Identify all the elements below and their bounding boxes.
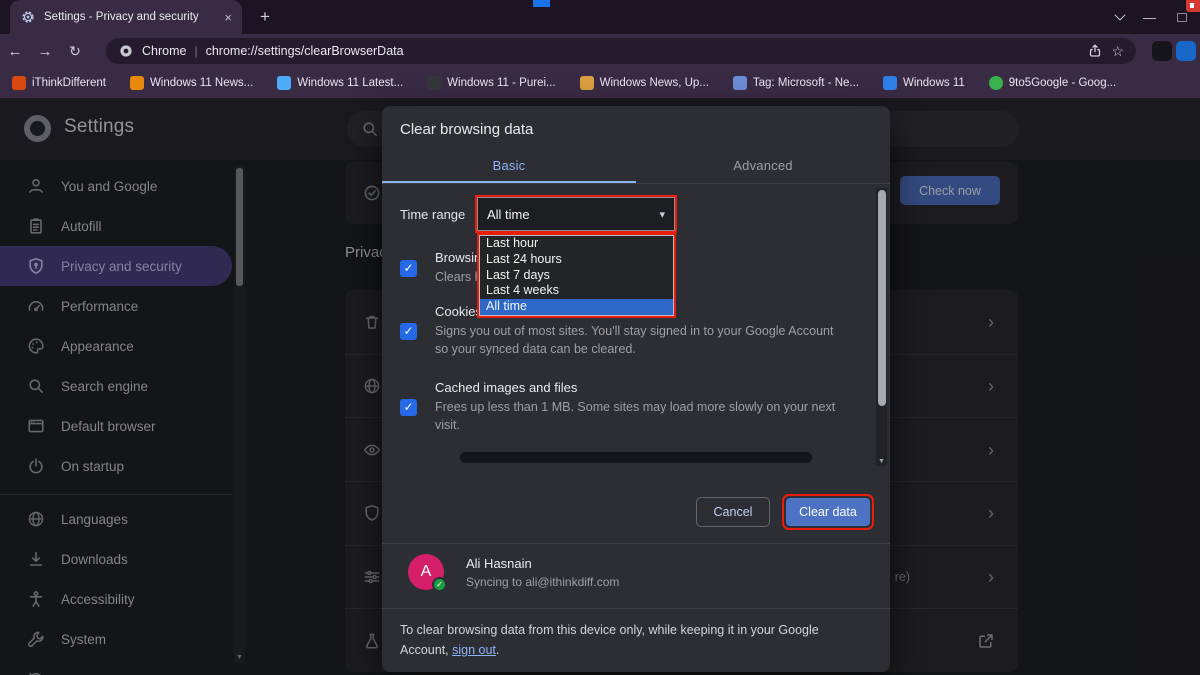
- annotation-box-red: Last hour Last 24 hours Last 7 days Last…: [477, 233, 676, 318]
- dropdown-option-last-24-hours[interactable]: Last 24 hours: [480, 252, 673, 268]
- dropdown-option-last-7-days[interactable]: Last 7 days: [480, 268, 673, 284]
- dialog-tabs: Basic Advanced: [382, 148, 890, 184]
- annotation-box-red: Clear data: [782, 494, 874, 530]
- bookmark-favicon: [989, 76, 1003, 90]
- search-engine-label: Chrome: [142, 44, 186, 58]
- bookmark-favicon: [580, 76, 594, 90]
- dropdown-option-last-hour[interactable]: Last hour: [480, 236, 673, 252]
- row-description: Frees up less than 1 MB. Some sites may …: [435, 398, 843, 434]
- bookmark-star-icon[interactable]: ☆: [1111, 43, 1124, 60]
- bookmarks-bar: iThinkDifferent Windows 11 News... Windo…: [0, 68, 1200, 98]
- browser-window: Settings - Privacy and security × + — ← …: [0, 0, 1200, 675]
- tab-title: Settings - Privacy and security: [44, 11, 216, 23]
- sync-profile-row: A✓ Ali Hasnain Syncing to ali@ithinkdiff…: [408, 554, 619, 590]
- bookmark-favicon: [883, 76, 897, 90]
- forward-button[interactable]: →: [30, 43, 60, 60]
- bookmark-item[interactable]: Windows 11 - Purei...: [427, 76, 555, 90]
- bookmark-favicon: [733, 76, 747, 90]
- profile-avatar[interactable]: [1176, 41, 1196, 61]
- time-range-label: Time range: [400, 207, 465, 222]
- new-tab-button[interactable]: +: [254, 6, 276, 28]
- bookmark-favicon: [130, 76, 144, 90]
- dropdown-option-last-4-weeks[interactable]: Last 4 weeks: [480, 283, 673, 299]
- scrollbar-thumb[interactable]: [878, 190, 886, 406]
- clear-data-button[interactable]: Clear data: [786, 498, 870, 526]
- dialog-title: Clear browsing data: [382, 106, 890, 138]
- avatar: A✓: [408, 554, 444, 590]
- bookmark-item[interactable]: Windows News, Up...: [580, 76, 709, 90]
- bookmark-favicon: [12, 76, 26, 90]
- omnibox-separator: |: [194, 44, 197, 58]
- browsing-history-checkbox[interactable]: ✓: [400, 260, 417, 277]
- address-bar[interactable]: Chrome | chrome://settings/clearBrowserD…: [106, 38, 1136, 64]
- tab-advanced[interactable]: Advanced: [636, 148, 890, 183]
- share-icon[interactable]: [1087, 43, 1103, 59]
- row-title: Cached images and files: [435, 380, 843, 395]
- sign-out-link[interactable]: sign out: [452, 643, 496, 657]
- time-range-select[interactable]: All time ▾: [477, 197, 675, 231]
- minimize-button[interactable]: —: [1143, 0, 1156, 34]
- browser-tab[interactable]: Settings - Privacy and security ×: [10, 0, 242, 34]
- extension-icon[interactable]: [1152, 41, 1172, 61]
- tab-basic[interactable]: Basic: [382, 148, 636, 183]
- dialog-horizontal-scrollbar[interactable]: [460, 452, 812, 463]
- row-description: Signs you out of most sites. You'll stay…: [435, 322, 843, 358]
- settings-page: Settings You and Google Autofill Privacy…: [0, 98, 1200, 675]
- row-cached-images: ✓ Cached images and files Frees up less …: [400, 380, 850, 434]
- settings-gear-favicon: [20, 9, 36, 25]
- dialog-vertical-scrollbar[interactable]: ▼: [876, 188, 887, 466]
- bookmark-item[interactable]: Windows 11 News...: [130, 76, 253, 90]
- dialog-actions: Cancel Clear data: [696, 494, 874, 530]
- screen-artifact: [533, 0, 550, 7]
- bookmark-item[interactable]: Windows 11: [883, 76, 965, 90]
- tab-close-icon[interactable]: ×: [224, 10, 232, 25]
- chrome-logo-icon: [118, 43, 134, 59]
- profile-name: Ali Hasnain: [466, 556, 619, 571]
- dialog-footer: To clear browsing data from this device …: [400, 620, 852, 660]
- bookmark-favicon: [427, 76, 441, 90]
- cancel-button[interactable]: Cancel: [696, 497, 770, 527]
- back-button[interactable]: ←: [0, 43, 30, 60]
- bookmark-item[interactable]: Windows 11 Latest...: [277, 76, 403, 90]
- navigation-toolbar: ← → ↻ Chrome | chrome://settings/clearBr…: [0, 34, 1200, 68]
- time-range-dropdown: Last hour Last 24 hours Last 7 days Last…: [479, 235, 674, 316]
- clear-browsing-data-dialog: Clear browsing data Basic Advanced Time …: [382, 106, 890, 672]
- caret-down-icon: ▾: [659, 208, 665, 221]
- chevron-down-icon[interactable]: [1116, 0, 1124, 34]
- bookmark-item[interactable]: Tag: Microsoft - Ne...: [733, 76, 859, 90]
- dialog-divider: [382, 608, 890, 609]
- close-button-fragment[interactable]: [1186, 0, 1200, 12]
- bookmark-item[interactable]: iThinkDifferent: [12, 76, 106, 90]
- cached-images-checkbox[interactable]: ✓: [400, 399, 417, 416]
- bookmark-item[interactable]: 9to5Google - Goog...: [989, 76, 1116, 90]
- dropdown-option-all-time[interactable]: All time: [480, 299, 673, 315]
- cookies-checkbox[interactable]: ✓: [400, 323, 417, 340]
- sync-status: Syncing to ali@ithinkdiff.com: [466, 575, 619, 589]
- bookmark-favicon: [277, 76, 291, 90]
- tab-strip: Settings - Privacy and security × + —: [0, 0, 1200, 34]
- dialog-divider: [382, 543, 890, 544]
- annotation-box-red: All time ▾: [475, 195, 677, 233]
- sync-badge-icon: ✓: [432, 577, 447, 592]
- url-text: chrome://settings/clearBrowserData: [206, 44, 404, 58]
- reload-button[interactable]: ↻: [60, 43, 90, 60]
- time-range-value: All time: [487, 207, 530, 222]
- scroll-down-icon[interactable]: ▼: [876, 458, 887, 465]
